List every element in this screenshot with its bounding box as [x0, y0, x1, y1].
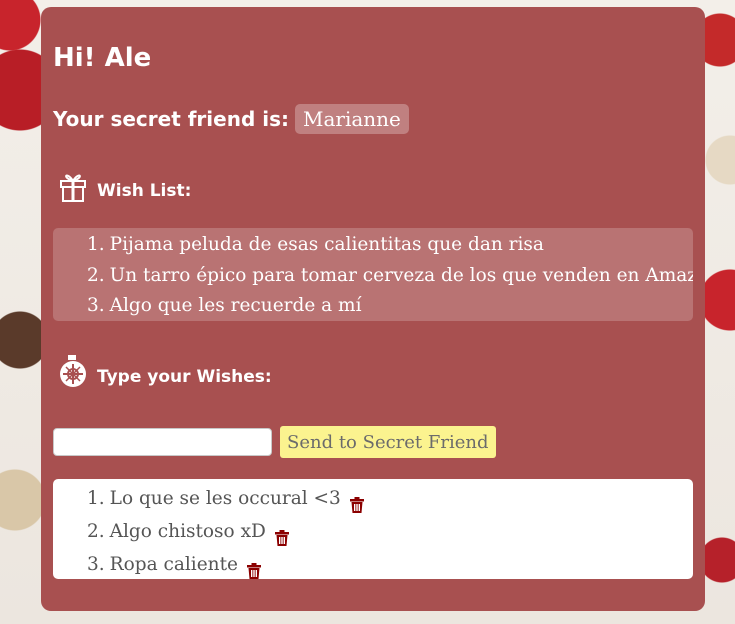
wish-list-item-number: 3.: [87, 295, 105, 316]
my-wish-item-number: 2.: [87, 521, 105, 542]
my-wish-item-text: Algo chistoso xD: [109, 521, 266, 542]
ornament-icon: [55, 353, 91, 389]
wish-list-item-text: Algo que les recuerde a mí: [109, 295, 362, 316]
secret-friend-card: Hi! Ale Your secret friend is: Marianne …: [41, 7, 705, 611]
send-to-secret-friend-button[interactable]: Send to Secret Friend: [280, 426, 496, 458]
wish-list-title: Wish List:: [97, 181, 192, 201]
wish-list-item-number: 2.: [87, 264, 105, 286]
wish-list-item: 3. Algo que les recuerde a mí: [53, 291, 693, 321]
wish-list-item-text: Pijama peluda de esas calientitas que da…: [109, 234, 544, 255]
my-wish-item-number: 3.: [87, 554, 105, 575]
my-wishes-list: 1. Lo que se les occural <3 2. Algo chistos…: [53, 479, 693, 579]
my-wish-item: 1. Lo que se les occural <3: [53, 482, 693, 515]
my-wish-item: 2. Algo chistoso xD: [53, 515, 693, 548]
type-wishes-title: Type your Wishes:: [97, 367, 272, 387]
my-wish-item-text: Lo que se les occural <3: [109, 488, 341, 509]
wish-list-item: 2. Un tarro épico para tomar cerveza de l…: [53, 261, 693, 292]
trash-icon[interactable]: [274, 524, 289, 546]
wish-input-row: Send to Secret Friend: [53, 426, 496, 458]
greeting-heading: Hi! Ale: [53, 43, 152, 73]
friend-wish-list: 1. Pijama peluda de esas calientitas que …: [53, 228, 693, 321]
my-wish-item: 3. Ropa caliente: [53, 548, 693, 581]
wish-input[interactable]: [53, 428, 272, 456]
type-wishes-header: Type your Wishes:: [55, 353, 272, 389]
wish-list-item: 1. Pijama peluda de esas calientitas que …: [53, 230, 693, 261]
secret-friend-name-badge: Marianne: [295, 104, 409, 134]
wish-list-item-text: Un tarro épico para tomar cerveza de los…: [109, 264, 693, 286]
gift-icon: [55, 167, 91, 203]
trash-icon[interactable]: [246, 557, 261, 579]
secret-friend-row: Your secret friend is: Marianne: [53, 104, 409, 134]
wish-list-item-number: 1.: [87, 234, 105, 255]
my-wish-item-text: Ropa caliente: [109, 554, 238, 575]
my-wish-item-number: 1.: [87, 488, 105, 509]
secret-friend-label: Your secret friend is:: [53, 107, 289, 131]
trash-icon[interactable]: [349, 491, 364, 513]
wish-list-header: Wish List:: [55, 167, 191, 203]
